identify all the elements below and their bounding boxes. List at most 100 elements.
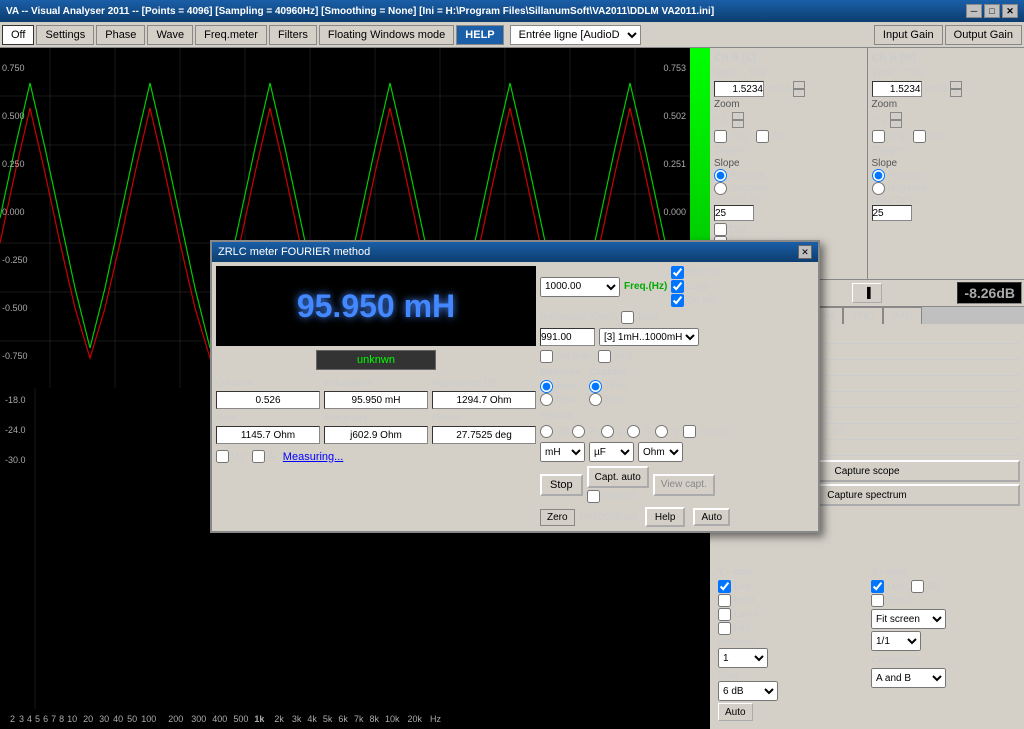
real-input[interactable]	[216, 426, 320, 444]
vect-checkbox[interactable]	[598, 350, 611, 363]
positive-radio-a: Positive	[714, 169, 863, 182]
tab-thd[interactable]: THD	[843, 307, 884, 324]
auto-radio[interactable]	[540, 380, 553, 393]
serpar-checkbox[interactable]	[540, 350, 553, 363]
y-axis-title: Y - axis	[718, 567, 863, 578]
freq-select[interactable]: 1000.00	[540, 277, 620, 297]
output-gain-button[interactable]: Output Gain	[945, 25, 1022, 45]
trig-check-b[interactable]	[872, 130, 885, 143]
filters-button[interactable]: Filters	[269, 25, 317, 45]
positive-radio-input-b[interactable]	[872, 169, 885, 182]
vect-label: Vect	[613, 351, 632, 362]
manual-capt-checkbox[interactable]	[587, 490, 600, 503]
a-checkbox[interactable]	[252, 450, 265, 463]
input-gain-button[interactable]: Input Gain	[874, 25, 943, 45]
off-button[interactable]: Off	[2, 25, 34, 45]
view-capt-button[interactable]: View capt.	[653, 474, 715, 496]
capt-auto-button[interactable]: Capt. auto	[587, 466, 649, 488]
iz-radio[interactable]	[540, 425, 553, 438]
step-select[interactable]: 6 dB3 dB10 dB	[718, 681, 778, 701]
ref-value-input[interactable]	[540, 328, 595, 346]
impedance-input[interactable]	[432, 391, 536, 409]
lines-check-row: Lines	[718, 608, 863, 621]
l-radio[interactable]	[601, 425, 614, 438]
vect-check-group: Vect	[598, 350, 632, 363]
x-truex-checkbox[interactable]	[871, 594, 884, 607]
negative-radio-input-b[interactable]	[872, 182, 885, 195]
x-log-label: Log	[887, 581, 904, 592]
floating-windows-button[interactable]: Floating Windows mode	[319, 25, 454, 45]
delta-input-b[interactable]	[872, 205, 912, 221]
circuit-checkbox[interactable]	[683, 425, 696, 438]
unit1-select[interactable]: mHHµH	[540, 442, 585, 462]
level-button[interactable]: ▐	[852, 283, 882, 303]
negative-radio-input-a[interactable]	[714, 182, 727, 195]
imaginary-input[interactable]	[324, 426, 428, 444]
settings-button[interactable]: Settings	[36, 25, 94, 45]
maximize-button[interactable]: □	[984, 4, 1000, 18]
freq-radio[interactable]	[589, 393, 602, 406]
delta-input-a[interactable]	[714, 205, 754, 221]
inv-check-b[interactable]	[913, 130, 926, 143]
unit3-select[interactable]: OhmkOhm	[638, 442, 683, 462]
vpos-spin-b[interactable]: ▲ ▼	[950, 81, 962, 97]
time-radio[interactable]	[589, 380, 602, 393]
channel-b-vpos-input[interactable]	[872, 81, 922, 97]
x-3d-checkbox[interactable]	[911, 580, 924, 593]
man-radio[interactable]	[540, 393, 553, 406]
trig-check-label-a: Trig	[731, 131, 748, 142]
bottom-checks: Uc A Measuring...	[216, 450, 536, 463]
y-info-checkbox[interactable]	[718, 622, 731, 635]
freq-label-2k: 2k	[274, 714, 284, 724]
zero-button[interactable]: Zero	[540, 509, 575, 526]
minimize-button[interactable]: ─	[966, 4, 982, 18]
c-radio[interactable]	[627, 425, 640, 438]
unknwn-button[interactable]: unknwn	[316, 350, 436, 370]
fit-screen-select[interactable]: Fit screen	[871, 609, 946, 629]
zrlc-auto-button[interactable]: Auto	[693, 508, 730, 526]
da-check[interactable]	[714, 223, 727, 236]
freq-ctrl-row: 1000.00 Freq.(Hz) Filter on Loop On top	[540, 266, 814, 307]
stop-button[interactable]: Stop	[540, 474, 583, 496]
inv-check-a[interactable]	[756, 130, 769, 143]
zrlc-close-button[interactable]: ✕	[798, 245, 812, 259]
ratio-select[interactable]: 1/1	[871, 631, 921, 651]
hold-checkbox[interactable]	[621, 311, 634, 324]
y-hold-checkbox[interactable]	[718, 594, 731, 607]
filter-on-checkbox[interactable]	[671, 266, 684, 279]
freq-meter-button[interactable]: Freq.meter	[195, 25, 267, 45]
unit2-select[interactable]: µFnFpF	[589, 442, 634, 462]
phase-input[interactable]	[432, 426, 536, 444]
help-button[interactable]: HELP	[456, 25, 503, 45]
channel-a-vpos-row: Vpos Trig	[714, 68, 863, 79]
input-dropdown[interactable]: Entrée ligne [AudioD	[510, 25, 641, 45]
loop-label: Loop	[686, 281, 708, 292]
zrlc-help-button[interactable]: Help	[645, 507, 686, 527]
positive-radio-input-a[interactable]	[714, 169, 727, 182]
r-radio[interactable]	[572, 425, 585, 438]
zoom-spin-b[interactable]: ▲ ▼	[890, 112, 902, 128]
y-log-checkbox[interactable]	[718, 580, 731, 593]
measuring-link[interactable]: Measuring...	[283, 451, 344, 463]
inductance-input[interactable]	[324, 391, 428, 409]
channel-a-vpos-input[interactable]	[714, 81, 764, 97]
y-auto-button[interactable]: Auto	[718, 703, 753, 721]
loop-checkbox[interactable]	[671, 280, 684, 293]
v-radio[interactable]	[655, 425, 668, 438]
close-button[interactable]: ✕	[1002, 4, 1018, 18]
uc-checkbox[interactable]	[216, 450, 229, 463]
vpos-spin-a[interactable]: ▲ ▼	[793, 81, 805, 97]
on-top-checkbox[interactable]	[671, 294, 684, 307]
freq-label-3k: 3k	[292, 714, 302, 724]
ref-range-select[interactable]: [3] 1mH..1000mH	[599, 328, 699, 346]
trig-check-a[interactable]	[714, 130, 727, 143]
average-select[interactable]: 124	[718, 648, 768, 668]
qfactor-input[interactable]	[216, 391, 320, 409]
channel-select[interactable]: A and BA onlyB only	[871, 668, 946, 688]
tab-imd[interactable]: IMD	[883, 307, 921, 324]
phase-button[interactable]: Phase	[96, 25, 145, 45]
y-lines-checkbox[interactable]	[718, 608, 731, 621]
wave-button[interactable]: Wave	[147, 25, 193, 45]
x-log-checkbox[interactable]	[871, 580, 884, 593]
zoom-spin-a[interactable]: ▲ ▼	[732, 112, 744, 128]
